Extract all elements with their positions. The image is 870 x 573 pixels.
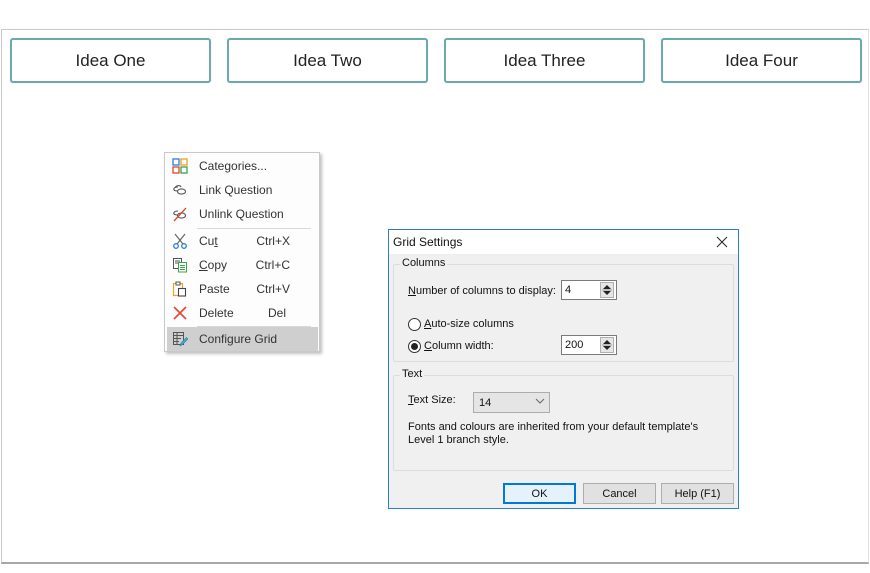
menu-item-label: Link Question	[199, 182, 273, 197]
idea-box-one[interactable]: Idea One	[10, 38, 211, 83]
context-menu: Categories... Link Question Unlink Quest…	[164, 152, 320, 352]
menu-item-label: Unlink Question	[199, 206, 284, 221]
group-label: Columns	[400, 257, 448, 269]
cut-icon	[171, 232, 189, 250]
spin-arrows-icon	[602, 285, 612, 295]
cancel-button[interactable]: Cancel	[583, 483, 656, 504]
close-button[interactable]	[712, 232, 732, 252]
menu-item-paste[interactable]: Paste Ctrl+V	[167, 277, 318, 300]
idea-label: Idea Three	[503, 50, 586, 70]
idea-box-four[interactable]: Idea Four	[661, 38, 862, 83]
close-icon	[716, 236, 728, 248]
group-label: Text	[400, 368, 425, 380]
menu-item-copy[interactable]: Copy Ctrl+C	[167, 253, 318, 276]
num-columns-value: 4	[565, 284, 572, 296]
link-icon	[171, 181, 189, 199]
menu-item-link-question[interactable]: Link Question	[167, 178, 318, 201]
copy-icon	[171, 256, 189, 274]
text-size-select[interactable]: 14	[473, 392, 550, 413]
chevron-down-icon	[535, 396, 545, 409]
menu-item-label: Paste	[199, 281, 230, 296]
text-group: Text Text Size: 14 Fonts and colours are…	[393, 368, 734, 471]
auto-size-radio[interactable]	[408, 318, 421, 331]
menu-item-label: Configure Grid	[199, 332, 278, 346]
ok-button[interactable]: OK	[503, 483, 576, 504]
text-size-value: 14	[479, 397, 492, 409]
spin-buttons[interactable]	[600, 337, 614, 353]
menu-item-shortcut: Ctrl+V	[256, 281, 290, 296]
idea-label: Idea Four	[725, 50, 798, 70]
num-columns-spinbox[interactable]: 4	[561, 280, 617, 300]
auto-size-label: Auto-size columns	[424, 318, 514, 330]
unlink-icon	[171, 205, 189, 223]
idea-box-three[interactable]: Idea Three	[444, 38, 645, 83]
configure-grid-icon	[171, 330, 189, 348]
menu-item-delete[interactable]: Delete Del	[167, 301, 318, 324]
menu-item-shortcut: Ctrl+X	[256, 233, 290, 248]
menu-item-label: Categories...	[199, 158, 268, 173]
columns-group: Columns Number of columns to display: 4 …	[393, 257, 734, 362]
menu-item-label: Copy	[199, 257, 228, 272]
num-columns-label: Number of columns to display:	[408, 285, 556, 297]
column-width-label: Column width:	[424, 340, 494, 352]
grid-settings-dialog: Grid Settings Columns Number of columns …	[388, 229, 739, 509]
info-text-line1: Fonts and colours are inherited from you…	[408, 421, 699, 433]
idea-label: Idea One	[75, 50, 146, 70]
column-width-spinbox[interactable]: 200	[561, 335, 617, 355]
categories-icon	[171, 157, 189, 175]
menu-item-shortcut: Ctrl+C	[255, 257, 290, 272]
menu-item-shortcut: Del	[267, 305, 286, 320]
menu-item-label: Cut	[199, 233, 218, 248]
dialog-titlebar[interactable]: Grid Settings	[389, 230, 738, 254]
menu-item-configure-grid[interactable]: Configure Grid	[167, 327, 318, 351]
spin-buttons[interactable]	[600, 282, 614, 298]
info-text-line2: Level 1 branch style.	[408, 434, 509, 446]
column-width-value: 200	[565, 339, 584, 351]
menu-item-unlink-question[interactable]: Unlink Question	[167, 202, 318, 225]
menu-item-label: Delete	[199, 305, 234, 320]
idea-label: Idea Two	[293, 50, 362, 70]
dialog-title: Grid Settings	[393, 235, 463, 249]
help-button[interactable]: Help (F1)	[661, 483, 734, 504]
menu-item-categories[interactable]: Categories...	[167, 154, 318, 177]
text-size-label: Text Size:	[408, 394, 456, 406]
menu-item-cut[interactable]: Cut Ctrl+X	[167, 229, 318, 252]
idea-box-two[interactable]: Idea Two	[227, 38, 428, 83]
delete-icon	[171, 304, 189, 322]
column-width-radio[interactable]	[408, 340, 421, 353]
paste-icon	[171, 280, 189, 298]
spin-arrows-icon	[602, 340, 612, 350]
